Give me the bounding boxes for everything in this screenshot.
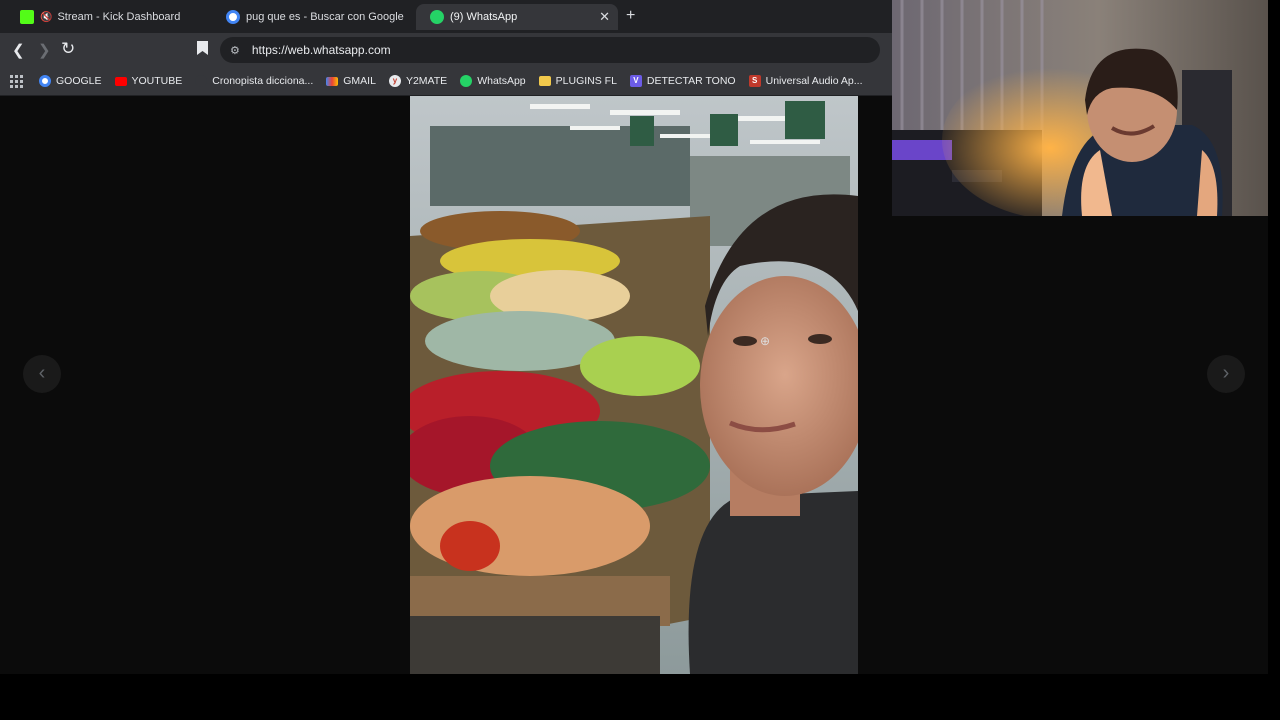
bookmark-youtube[interactable]: YOUTUBE: [114, 75, 183, 87]
back-arrow-icon[interactable]: ❮: [12, 41, 25, 59]
previous-media-button[interactable]: ‹: [23, 355, 61, 393]
bookmark-label: DETECTAR TONO: [646, 75, 736, 87]
bookmark-label: Cronopista dicciona...: [212, 75, 314, 87]
selfie-photo: [410, 96, 858, 674]
muted-speaker-icon[interactable]: 🔇: [40, 12, 52, 23]
bookmark-whatsapp[interactable]: WhatsApp: [460, 75, 526, 87]
youtube-icon: [114, 76, 127, 86]
url-text[interactable]: https://web.whatsapp.com: [252, 43, 391, 57]
browser-window: 🔇 Stream - Kick Dashboard pug que es - B…: [0, 0, 892, 96]
gmail-icon: [326, 76, 339, 86]
bookmark-label: PLUGINS FL: [555, 75, 617, 87]
webcam-overlay: [892, 0, 1268, 216]
new-tab-plus-icon[interactable]: +: [626, 7, 635, 25]
detectar-icon: V: [629, 75, 642, 87]
bookmarks-bar: GOOGLE YOUTUBE Cronopista dicciona... GM…: [0, 67, 892, 95]
kick-icon: [20, 10, 34, 24]
whatsapp-icon: [430, 10, 444, 24]
reload-icon[interactable]: ↻: [61, 39, 75, 59]
webcam-feed: [892, 0, 1268, 216]
bookmark-label: GMAIL: [343, 75, 376, 87]
bookmark-gmail[interactable]: GMAIL: [326, 75, 376, 87]
media-photo: [410, 96, 858, 674]
bookmark-universal-audio[interactable]: S Universal Audio Ap...: [748, 75, 863, 87]
forward-arrow-icon[interactable]: ❯: [38, 41, 51, 59]
cronopista-icon: [195, 75, 208, 87]
next-media-button[interactable]: ›: [1207, 355, 1245, 393]
bookmark-label: GOOGLE: [56, 75, 102, 87]
address-bar[interactable]: ⚙ https://web.whatsapp.com: [220, 37, 880, 63]
universal-audio-icon: S: [748, 75, 761, 87]
bookmark-y2mate[interactable]: y Y2MATE: [388, 75, 448, 87]
bookmark-icon[interactable]: [197, 41, 208, 59]
bookmark-label: Universal Audio Ap...: [765, 75, 863, 87]
tab-title: Stream - Kick Dashboard: [57, 11, 181, 23]
google-icon: [39, 75, 51, 87]
site-info-icon[interactable]: ⚙: [230, 44, 240, 57]
tab-whatsapp[interactable]: (9) WhatsApp ✕: [416, 4, 618, 30]
bookmark-google[interactable]: GOOGLE: [39, 75, 102, 87]
zoom-cursor-icon: ⊕: [760, 334, 771, 348]
bookmark-plugins-fl[interactable]: PLUGINS FL: [538, 75, 617, 87]
bottom-bar: [0, 674, 1280, 720]
google-icon: [226, 10, 240, 24]
bookmark-label: YOUTUBE: [131, 75, 183, 87]
bookmark-label: Y2MATE: [405, 75, 448, 87]
bookmark-detectar-tono[interactable]: V DETECTAR TONO: [629, 75, 736, 87]
chevron-left-icon: ‹: [38, 362, 46, 384]
tab-kick-dashboard[interactable]: 🔇 Stream - Kick Dashboard: [6, 4, 212, 30]
apps-grid-icon[interactable]: [10, 74, 23, 88]
toolbar: ❮ ❯ ↻ ⚙ https://web.whatsapp.com: [0, 33, 892, 67]
tab-title: (9) WhatsApp: [450, 11, 518, 23]
tab-title: pug que es - Buscar con Google: [246, 11, 404, 23]
close-icon[interactable]: ✕: [599, 9, 610, 25]
tab-strip: 🔇 Stream - Kick Dashboard pug que es - B…: [0, 0, 892, 33]
bookmark-label: WhatsApp: [477, 75, 526, 87]
bookmark-cronopista[interactable]: Cronopista dicciona...: [195, 75, 313, 87]
tab-google-search[interactable]: pug que es - Buscar con Google: [212, 4, 414, 30]
y2mate-icon: y: [388, 75, 401, 87]
whatsapp-icon: [460, 75, 473, 87]
folder-icon: [538, 76, 551, 86]
chevron-right-icon: ›: [1222, 362, 1230, 384]
